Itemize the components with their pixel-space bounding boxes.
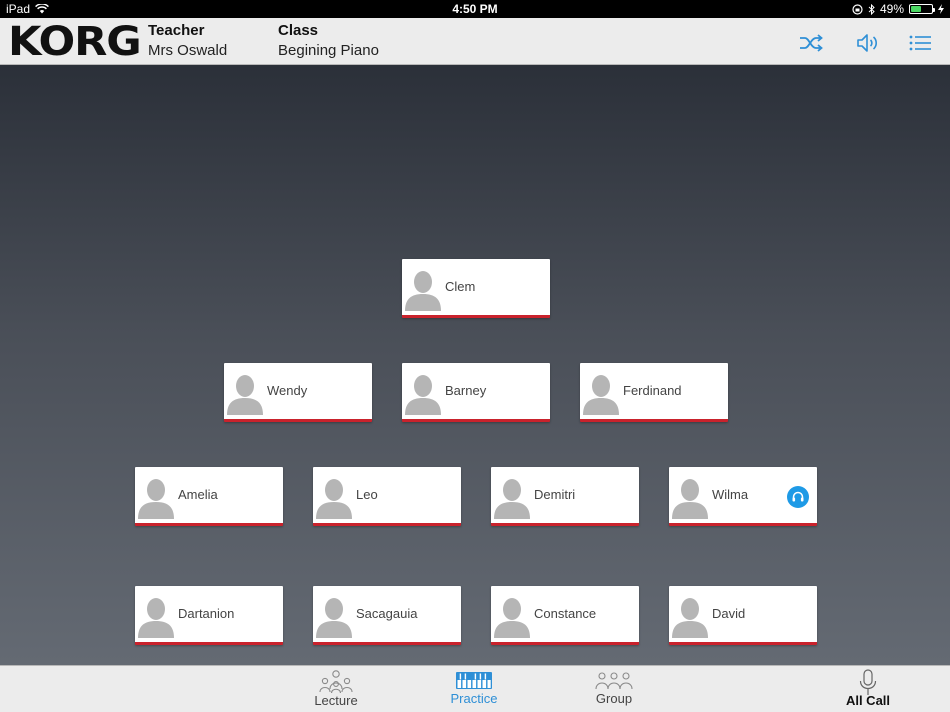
teacher-info: Teacher Mrs Oswald xyxy=(148,22,227,59)
student-name: Leo xyxy=(356,487,378,502)
student-avatar-icon xyxy=(494,479,530,519)
all-call-button[interactable]: All Call xyxy=(838,666,898,712)
tab-practice[interactable]: Practice xyxy=(444,666,504,712)
student-card-barney[interactable]: Barney xyxy=(402,363,550,422)
tab-label: Lecture xyxy=(314,693,358,708)
student-card-demitri[interactable]: Demitri xyxy=(491,467,639,526)
student-name: Sacagauia xyxy=(356,606,418,621)
class-label: Class xyxy=(278,22,319,39)
battery-percent: 49% xyxy=(879,2,904,16)
student-name: Wilma xyxy=(712,487,749,502)
class-name: Begining Piano xyxy=(278,42,379,59)
student-avatar-icon xyxy=(405,271,441,311)
student-avatar-icon xyxy=(672,598,708,638)
rotation-lock-icon xyxy=(852,3,863,15)
student-name: David xyxy=(712,606,746,621)
student-name: Demitri xyxy=(534,487,576,502)
list-icon xyxy=(909,35,931,51)
headset-icon[interactable] xyxy=(787,486,809,508)
student-card-clem[interactable]: Clem xyxy=(402,259,550,318)
student-card-wendy[interactable]: Wendy xyxy=(224,363,372,422)
tab-label: All Call xyxy=(845,693,891,708)
group-icon xyxy=(595,672,633,690)
student-card-wilma[interactable]: Wilma xyxy=(669,467,817,526)
teacher-label: Teacher xyxy=(148,22,205,39)
student-avatar-icon xyxy=(494,598,530,638)
app-header: KORG Teacher Mrs Oswald Class Begining P… xyxy=(0,18,950,65)
korg-logo: KORG xyxy=(8,19,142,65)
shuffle-icon xyxy=(800,34,823,52)
student-card-constance[interactable]: Constance xyxy=(491,586,639,645)
student-avatar-icon xyxy=(316,479,352,519)
student-avatar-icon xyxy=(583,375,619,415)
student-card-amelia[interactable]: Amelia xyxy=(135,467,283,526)
class-info: Class Begining Piano xyxy=(278,22,379,59)
student-card-david[interactable]: David xyxy=(669,586,817,645)
classroom-seating-area: Clem Wendy Barney Ferdinand Amelia Leo D… xyxy=(0,65,950,665)
shuffle-button[interactable] xyxy=(798,32,824,54)
student-name: Barney xyxy=(445,383,487,398)
tab-lecture[interactable]: Lecture xyxy=(306,666,366,712)
student-avatar-icon xyxy=(316,598,352,638)
student-avatar-icon xyxy=(227,375,263,415)
piano-keys-icon xyxy=(456,672,492,689)
student-card-dartanion[interactable]: Dartanion xyxy=(135,586,283,645)
student-name: Dartanion xyxy=(178,606,235,621)
student-card-ferdinand[interactable]: Ferdinand xyxy=(580,363,728,422)
tab-group[interactable]: Group xyxy=(584,666,644,712)
bluetooth-icon xyxy=(868,3,875,15)
student-name: Amelia xyxy=(178,487,218,502)
speaker-icon xyxy=(857,34,878,52)
student-avatar-icon xyxy=(138,479,174,519)
tab-label: Group xyxy=(595,691,633,706)
bottom-tab-bar: Lecture Practice Group All Call xyxy=(0,665,950,712)
student-name: Ferdinand xyxy=(623,383,682,398)
student-avatar-icon xyxy=(672,479,708,519)
student-avatar-icon xyxy=(138,598,174,638)
menu-button[interactable] xyxy=(908,32,934,54)
charging-icon xyxy=(938,4,944,14)
tab-label: Practice xyxy=(450,691,498,706)
student-avatar-icon xyxy=(405,375,441,415)
student-name: Constance xyxy=(534,606,597,621)
student-card-leo[interactable]: Leo xyxy=(313,467,461,526)
lecture-icon xyxy=(319,670,353,693)
student-card-sacagauia[interactable]: Sacagauia xyxy=(313,586,461,645)
volume-button[interactable] xyxy=(855,32,881,54)
teacher-name: Mrs Oswald xyxy=(148,42,228,59)
battery-icon xyxy=(909,4,935,14)
student-name: Clem xyxy=(445,279,476,294)
status-bar: iPad 4:50 PM 49% xyxy=(0,0,950,18)
headset-glyph xyxy=(792,491,804,502)
clock: 4:50 PM xyxy=(452,2,498,16)
student-name: Wendy xyxy=(267,383,308,398)
